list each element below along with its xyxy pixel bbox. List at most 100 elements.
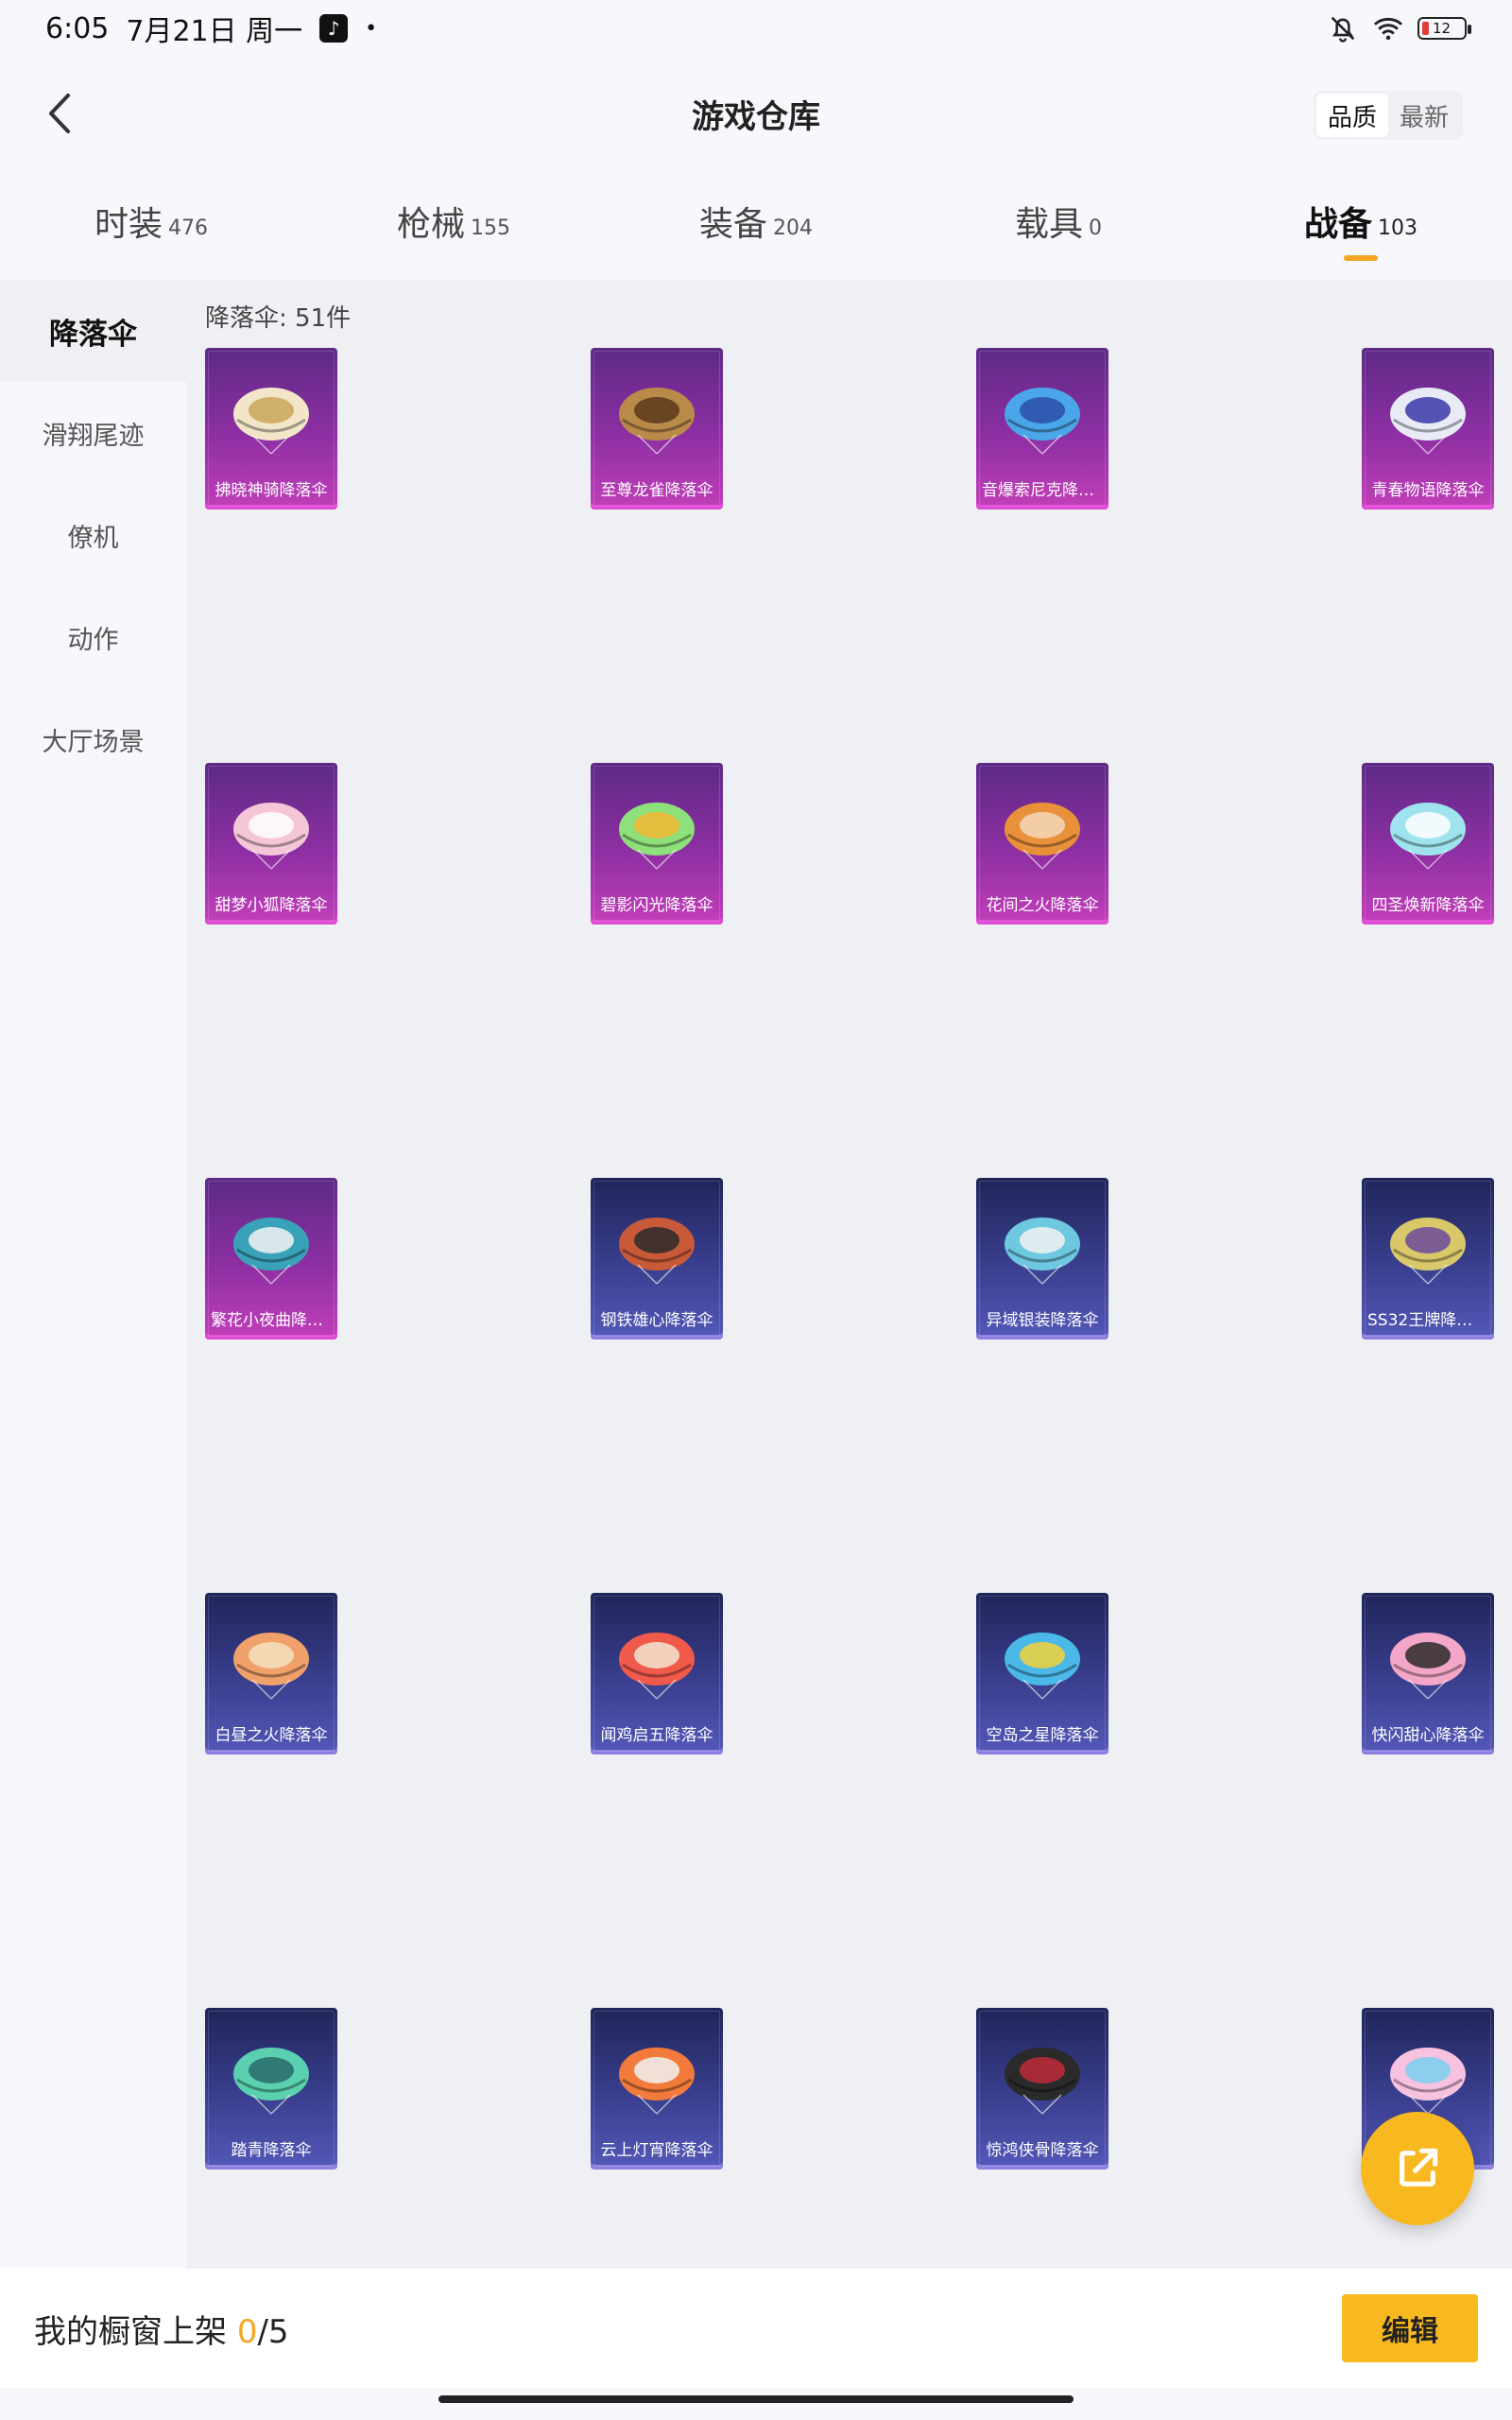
parachute-card[interactable]: 空岛之星降落伞: [976, 1593, 1108, 1754]
parachute-card[interactable]: 音爆索尼克降落伞: [976, 348, 1108, 510]
tab-count: 0: [1089, 216, 1102, 240]
parachute-name: 闻鸡启五降落伞: [600, 1726, 713, 1745]
parachute-card[interactable]: 甜梦小狐降落伞: [205, 763, 337, 925]
parachute-name: 空岛之星降落伞: [986, 1726, 1099, 1745]
parachute-name: 踏青降落伞: [231, 2141, 312, 2160]
showcase-total: /5: [257, 2312, 289, 2351]
status-time: 6:05: [45, 11, 110, 45]
parachute-icon: [1005, 1633, 1080, 1700]
sort-newest-button[interactable]: 最新: [1388, 94, 1460, 137]
parachute-card[interactable]: 碧影闪光降落伞: [591, 763, 723, 925]
battery-level: 12: [1433, 20, 1452, 37]
showcase-status: 我的橱窗上架 0/5: [34, 2306, 289, 2352]
tab-label: 装备: [698, 205, 767, 244]
parachute-card[interactable]: SS32王牌降落伞: [1362, 1178, 1494, 1340]
tab-count: 476: [168, 216, 208, 240]
side-nav: 降落伞 滑翔尾迹 僚机 动作 大厅场景: [0, 280, 186, 2269]
side-item-glide-trail[interactable]: 滑翔尾迹: [0, 382, 186, 484]
parachute-icon: [233, 1633, 309, 1700]
parachute-name: 四圣焕新降落伞: [1371, 896, 1485, 915]
parachute-name: 碧影闪光降落伞: [600, 896, 713, 915]
parachute-name: 花间之火降落伞: [986, 896, 1099, 915]
parachute-card[interactable]: 至尊龙雀降落伞: [591, 348, 723, 510]
parachute-card[interactable]: 云上灯宵降落伞: [591, 2008, 723, 2169]
sort-quality-button[interactable]: 品质: [1315, 94, 1388, 137]
tab-label: 时装: [94, 205, 163, 244]
parachute-icon: [619, 388, 695, 455]
share-button[interactable]: [1361, 2112, 1474, 2225]
parachute-card[interactable]: 钢铁雄心降落伞: [591, 1178, 723, 1340]
parachute-name: 音爆索尼克降落伞: [982, 481, 1108, 500]
tab-count: 204: [773, 216, 813, 240]
parachute-name: 钢铁雄心降落伞: [600, 1311, 713, 1330]
parachute-icon: [619, 1218, 695, 1285]
status-left: 6:05 7月21日 周一 ♪ •: [45, 8, 377, 49]
status-dot-icon: •: [365, 16, 378, 41]
parachute-name: 快闪甜心降落伞: [1371, 1726, 1485, 1745]
battery-fill: [1422, 22, 1429, 35]
parachute-name: 惊鸿侠骨降落伞: [986, 2141, 1099, 2160]
parachute-icon: [619, 2048, 695, 2115]
page-title: 游戏仓库: [692, 97, 820, 136]
side-item-emote[interactable]: 动作: [0, 586, 186, 688]
status-bar: 6:05 7月21日 周一 ♪ • 12: [0, 0, 1512, 57]
side-item-parachute[interactable]: 降落伞: [0, 280, 186, 382]
external-link-icon: [1400, 2148, 1438, 2187]
showcase-label: 我的橱窗上架: [34, 2312, 227, 2351]
parachute-icon: [619, 1633, 695, 1700]
parachute-name: 繁花小夜曲降落伞: [211, 1311, 337, 1330]
parachute-card[interactable]: 花间之火降落伞: [976, 763, 1108, 925]
side-item-wingman[interactable]: 僚机: [0, 484, 186, 586]
bell-off-icon: [1331, 16, 1355, 43]
tab-label: 载具: [1014, 205, 1083, 244]
tab-weapons[interactable]: 枪械 155: [302, 189, 605, 274]
side-item-lobby-scene[interactable]: 大厅场景: [0, 688, 186, 790]
parachute-card[interactable]: 四圣焕新降落伞: [1362, 763, 1494, 925]
parachute-card[interactable]: 拂晓神骑降落伞: [205, 348, 337, 510]
wifi-icon: [1373, 17, 1403, 41]
parachute-name: 白昼之火降落伞: [215, 1726, 328, 1745]
category-tabs: 时装 476 枪械 155 装备 204 载具 0 战备 103: [0, 189, 1512, 274]
tiktok-icon: ♪: [319, 14, 349, 43]
parachute-card[interactable]: 闻鸡启五降落伞: [591, 1593, 723, 1754]
parachute-card[interactable]: 惊鸿侠骨降落伞: [976, 2008, 1108, 2169]
chevron-left-icon: [49, 94, 70, 133]
parachute-icon: [1005, 803, 1080, 870]
status-right: 12: [1327, 12, 1471, 44]
status-date: 7月21日 周一: [126, 15, 303, 48]
tab-vehicles[interactable]: 载具 0: [907, 189, 1210, 274]
parachute-card[interactable]: 青春物语降落伞: [1362, 348, 1494, 510]
tab-gear[interactable]: 战备 103: [1210, 189, 1512, 274]
item-grid: 拂晓神骑降落伞 至尊龙雀降落伞 音爆索尼克降落伞 青春物语降落伞甜梦小狐降落伞 碧影闪光…: [205, 348, 1512, 2169]
active-tab-indicator: [1344, 255, 1378, 261]
parachute-icon: [233, 2048, 309, 2115]
home-indicator: [438, 2395, 1074, 2403]
header: 游戏仓库 品质 最新: [0, 76, 1512, 151]
parachute-icon: [1005, 388, 1080, 455]
tab-label: 枪械: [396, 205, 465, 244]
tab-count: 155: [471, 216, 510, 240]
parachute-card[interactable]: 踏青降落伞: [205, 2008, 337, 2169]
parachute-name: 青春物语降落伞: [1371, 481, 1485, 500]
parachute-icon: [1390, 1633, 1466, 1700]
parachute-card[interactable]: 快闪甜心降落伞: [1362, 1593, 1494, 1754]
tab-count: 103: [1378, 216, 1418, 240]
parachute-card[interactable]: 异域银装降落伞: [976, 1178, 1108, 1340]
bottom-bar: 我的橱窗上架 0/5 编辑: [0, 2269, 1512, 2388]
parachute-icon: [619, 803, 695, 870]
parachute-icon: [233, 803, 309, 870]
parachute-icon: [1005, 1218, 1080, 1285]
parachute-name: SS32王牌降落伞: [1367, 1311, 1489, 1330]
parachute-name: 异域银装降落伞: [986, 1311, 1099, 1330]
parachute-name: 云上灯宵降落伞: [600, 2141, 713, 2160]
edit-button[interactable]: 编辑: [1342, 2294, 1478, 2362]
item-count-label: 降落伞: 51件: [205, 304, 352, 333]
tab-fashion[interactable]: 时装 476: [0, 189, 302, 274]
parachute-card[interactable]: 繁花小夜曲降落伞: [205, 1178, 337, 1340]
back-button[interactable]: [34, 87, 87, 140]
parachute-card[interactable]: 白昼之火降落伞: [205, 1593, 337, 1754]
parachute-icon: [1390, 388, 1466, 455]
parachute-icon: [1390, 1218, 1466, 1285]
tab-equipment[interactable]: 装备 204: [605, 189, 907, 274]
parachute-icon: [1390, 803, 1466, 870]
